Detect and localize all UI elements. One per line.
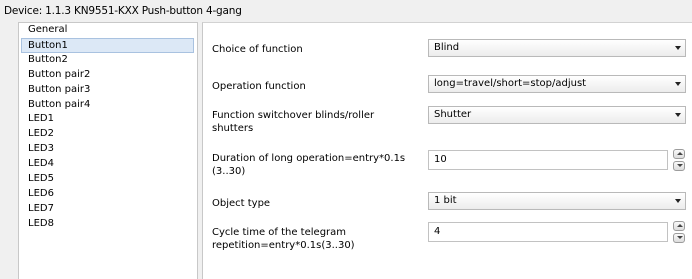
operation-function-select[interactable]: long=travel/short=stop/adjust	[428, 75, 686, 93]
object-type-select[interactable]: 1 bit	[428, 192, 686, 210]
long-duration-value: 10	[434, 154, 447, 165]
chevron-down-icon	[675, 199, 681, 203]
parameter-tree: General Button1 Button2 Button pair2 But…	[18, 22, 198, 279]
spin-up-icon[interactable]	[673, 221, 685, 231]
sidebar-item-button2[interactable]: Button2	[19, 53, 197, 68]
long-duration-spinner	[673, 149, 685, 171]
parameter-panel: Choice of function Blind Operation funct…	[202, 22, 692, 279]
object-type-label: Object type	[212, 198, 271, 209]
sidebar-item-led3[interactable]: LED3	[19, 142, 197, 157]
chevron-down-icon	[675, 82, 681, 86]
chevron-down-icon	[675, 113, 681, 117]
spin-down-icon[interactable]	[673, 233, 685, 243]
cycle-time-spinner	[673, 221, 685, 243]
switchover-select[interactable]: Shutter	[428, 106, 686, 124]
operation-function-value: long=travel/short=stop/adjust	[434, 78, 587, 89]
sidebar-item-led8[interactable]: LED8	[19, 217, 197, 232]
sidebar-item-button-pair4[interactable]: Button pair4	[19, 98, 197, 113]
choice-of-function-value: Blind	[434, 42, 460, 53]
spin-down-icon[interactable]	[673, 161, 685, 171]
sidebar-item-led1[interactable]: LED1	[19, 112, 197, 127]
switchover-label: Function switchover blinds/roller shutte…	[212, 110, 375, 134]
choice-of-function-select[interactable]: Blind	[428, 39, 686, 57]
sidebar-item-button-pair3[interactable]: Button pair3	[19, 83, 197, 98]
chevron-down-icon	[675, 46, 681, 50]
sidebar-item-led6[interactable]: LED6	[19, 187, 197, 202]
sidebar-item-button-pair2[interactable]: Button pair2	[19, 68, 197, 83]
cycle-time-value: 4	[434, 226, 441, 237]
choice-of-function-label: Choice of function	[212, 44, 303, 55]
sidebar-item-general[interactable]: General	[19, 23, 197, 38]
sidebar-item-led7[interactable]: LED7	[19, 202, 197, 217]
spin-up-icon[interactable]	[673, 149, 685, 159]
operation-function-label: Operation function	[212, 81, 306, 92]
device-title: Device: 1.1.3 KN9551-KXX Push-button 4-g…	[4, 5, 242, 17]
long-duration-input[interactable]: 10	[428, 150, 668, 170]
cycle-time-label: Cycle time of the telegram repetition=en…	[212, 227, 355, 251]
sidebar-item-led2[interactable]: LED2	[19, 127, 197, 142]
sidebar-item-button1[interactable]: Button1	[21, 37, 194, 53]
switchover-value: Shutter	[434, 109, 472, 120]
cycle-time-input[interactable]: 4	[428, 222, 668, 242]
sidebar-item-led4[interactable]: LED4	[19, 157, 197, 172]
long-duration-label: Duration of long operation=entry*0.1s (3…	[212, 153, 406, 177]
object-type-value: 1 bit	[434, 195, 457, 206]
sidebar-item-led5[interactable]: LED5	[19, 172, 197, 187]
